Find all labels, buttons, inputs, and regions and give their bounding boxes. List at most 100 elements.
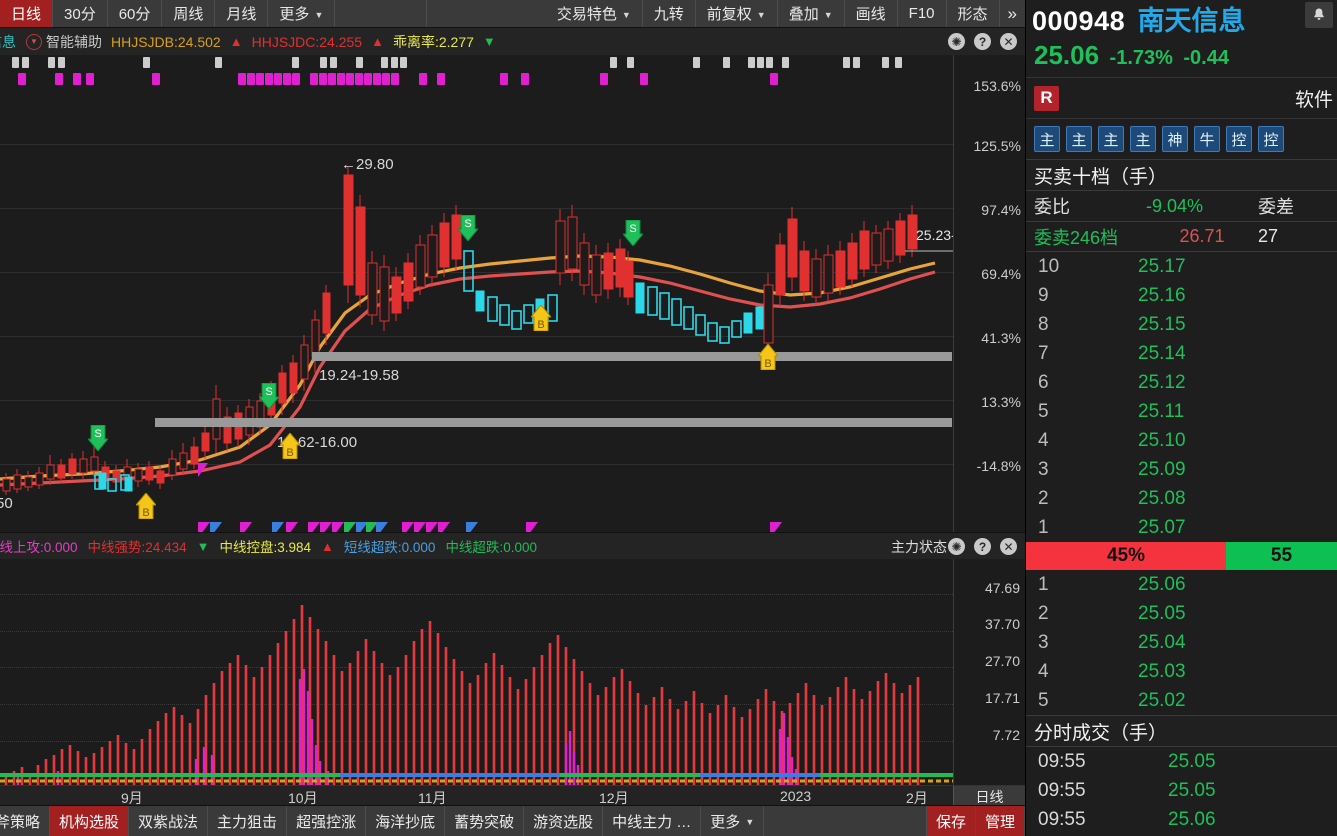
tick-price: 25.05 — [1168, 750, 1216, 772]
price-chart[interactable]: ←29.80 19.24-19.58 15.62-16.00 50 25.23-… — [0, 55, 1025, 532]
strategy-button-fucelue[interactable]: 斧策略 — [0, 806, 51, 836]
strategy-label: 机构选股 — [59, 813, 120, 831]
bid-price: 25.06 — [1138, 573, 1186, 595]
signal-marker-sell[interactable]: S — [456, 214, 480, 246]
ask-level: 9 — [1038, 284, 1049, 306]
indicator-header-icons: ✺ ? ✕ — [948, 28, 1017, 55]
ask-row[interactable]: 4 25.10 — [1026, 426, 1337, 455]
strategy-button-ocean-bottom[interactable]: 海洋抄底 — [366, 806, 446, 836]
menu-item-pattern[interactable]: 形态 — [947, 0, 1000, 27]
menu-item-30min[interactable]: 30分 — [53, 0, 108, 27]
ask-level: 6 — [1038, 371, 1049, 393]
strategy-button-super-control[interactable]: 超强控涨 — [287, 806, 367, 836]
bid-row[interactable]: 3 25.04 — [1026, 628, 1337, 657]
ask-row[interactable]: 9 25.16 — [1026, 281, 1337, 310]
bell-icon[interactable] — [1305, 2, 1333, 28]
strategy-label: 海洋抄底 — [375, 813, 436, 831]
tick-row[interactable]: 09:55 25.06 — [1026, 805, 1337, 834]
strategy-button-breakout[interactable]: 蓄势突破 — [445, 806, 525, 836]
menu-item-overlay[interactable]: 叠加 ▼ — [778, 0, 845, 27]
chip-zhu[interactable]: 主 — [1066, 126, 1092, 153]
price-axis-tick: 125.5% — [973, 138, 1021, 154]
chevron-down-icon: ▼ — [756, 9, 766, 20]
bid-level: 5 — [1038, 689, 1049, 711]
strategy-button-institution[interactable]: 机构选股 — [50, 806, 130, 836]
bid-row[interactable]: 4 25.03 — [1026, 657, 1337, 686]
order-ratio-label: 委比 — [1034, 197, 1070, 218]
signal-marker-sell[interactable]: S — [257, 382, 281, 414]
menu-item-f10[interactable]: F10 — [898, 0, 947, 27]
volume-axis: 47.69 37.70 27.70 17.71 7.72 — [953, 559, 1025, 785]
price-axis-tick: -14.8% — [976, 458, 1021, 474]
quote-panel: 000948 南天信息 25.06 -1.73% -0.44 R 软件 主 主 … — [1025, 0, 1337, 836]
close-icon[interactable]: ✕ — [1000, 33, 1017, 50]
tick-row[interactable]: 09:55 25.05 — [1026, 776, 1337, 805]
save-button[interactable]: 保存 — [926, 806, 976, 836]
menu-label: 九转 — [653, 6, 684, 23]
chevron-down-icon: ▼ — [745, 817, 755, 827]
ask-row[interactable]: 7 25.14 — [1026, 339, 1337, 368]
stock-code: 000948 — [1032, 6, 1126, 36]
ask-row[interactable]: 2 25.08 — [1026, 484, 1337, 513]
menu-item-adjust[interactable]: 前复权 ▼ — [696, 0, 778, 27]
tick-time: 09:55 — [1038, 808, 1086, 830]
ask-row[interactable]: 3 25.09 — [1026, 455, 1337, 484]
menu-item-more[interactable]: 更多 ▼ — [268, 0, 336, 27]
menu-item-drawline[interactable]: 画线 — [845, 0, 898, 27]
ask-price: 25.12 — [1138, 371, 1186, 393]
tick-row[interactable]: 09:55 25.05 — [1026, 747, 1337, 776]
menu-label: 形态 — [957, 6, 988, 23]
bid-row[interactable]: 2 25.05 — [1026, 599, 1337, 628]
ask-level: 5 — [1038, 400, 1049, 422]
signal-marker-buy[interactable]: B — [529, 304, 553, 336]
menubar-expand-icon[interactable]: » — [1000, 0, 1025, 27]
indicator-hhjsjdb: HHJSJDB:24.502 — [111, 33, 221, 50]
menu-label: 日线 — [11, 6, 42, 23]
strategy-toolbar: 斧策略 机构选股 双紫战法 主力狙击 超强控涨 海洋抄底 蓄势突破 游资选股 — [0, 805, 1025, 836]
ask-row[interactable]: 1 25.07 — [1026, 513, 1337, 542]
change-absolute: -0.44 — [1183, 47, 1229, 70]
bid-row[interactable]: 5 25.02 — [1026, 686, 1337, 715]
sell-ratio: 55 — [1226, 542, 1337, 571]
indicator-stock-name: 天信息 — [0, 33, 16, 50]
close-icon[interactable]: ✕ — [1000, 538, 1017, 555]
strategy-button-hot-money[interactable]: 游资选股 — [524, 806, 604, 836]
status-badge[interactable]: R — [1034, 85, 1059, 111]
ask-row[interactable]: 6 25.12 — [1026, 368, 1337, 397]
menu-item-daily[interactable]: 日线 — [0, 0, 54, 27]
chip-kong[interactable]: 控 — [1226, 126, 1252, 153]
ask-row[interactable]: 10 25.17 — [1026, 252, 1337, 281]
signal-marker-sell[interactable]: S — [621, 219, 645, 251]
strategy-button-mid-main-force[interactable]: 中线主力 … — [603, 806, 702, 836]
help-icon[interactable]: ? — [974, 538, 991, 555]
chip-shen[interactable]: 神 — [1162, 126, 1188, 153]
strategy-button-more[interactable]: 更多 ▼ — [701, 806, 765, 836]
menu-label: 前复权 — [706, 6, 752, 23]
help-icon[interactable]: ? — [974, 33, 991, 50]
volume-chart[interactable]: 47.69 37.70 27.70 17.71 7.72 — [0, 559, 1025, 785]
menu-item-jiuzhuan[interactable]: 九转 — [643, 0, 696, 27]
strategy-label: 更多 — [710, 813, 741, 831]
strategy-button-main-force-snipe[interactable]: 主力狙击 — [208, 806, 288, 836]
chevron-down-icon[interactable]: ▼ — [26, 33, 42, 50]
strategy-toolbar-spacer — [764, 806, 927, 836]
bid-row[interactable]: 1 25.06 — [1026, 570, 1337, 599]
chip-zhu[interactable]: 主 — [1130, 126, 1156, 153]
chip-zhu[interactable]: 主 — [1034, 126, 1060, 153]
ask-row[interactable]: 8 25.15 — [1026, 310, 1337, 339]
menu-item-trade-features[interactable]: 交易特色 ▼ — [546, 0, 643, 27]
sell-total-extra: 27 — [1258, 226, 1279, 247]
manage-button[interactable]: 管理 — [975, 806, 1025, 836]
signal-marker-buy[interactable]: B — [756, 343, 780, 375]
chip-kong[interactable]: 控 — [1258, 126, 1284, 153]
menu-item-60min[interactable]: 60分 — [108, 0, 163, 27]
ask-row[interactable]: 5 25.11 — [1026, 397, 1337, 426]
smart-assist-label[interactable]: 智能辅助 — [46, 32, 102, 52]
menu-item-monthly[interactable]: 月线 — [215, 0, 269, 27]
gear-icon[interactable]: ✺ — [948, 538, 965, 555]
chip-zhu[interactable]: 主 — [1098, 126, 1124, 153]
chip-niu[interactable]: 牛 — [1194, 126, 1220, 153]
gear-icon[interactable]: ✺ — [948, 33, 965, 50]
menu-item-weekly[interactable]: 周线 — [162, 0, 216, 27]
strategy-button-double-purple[interactable]: 双紫战法 — [129, 806, 209, 836]
